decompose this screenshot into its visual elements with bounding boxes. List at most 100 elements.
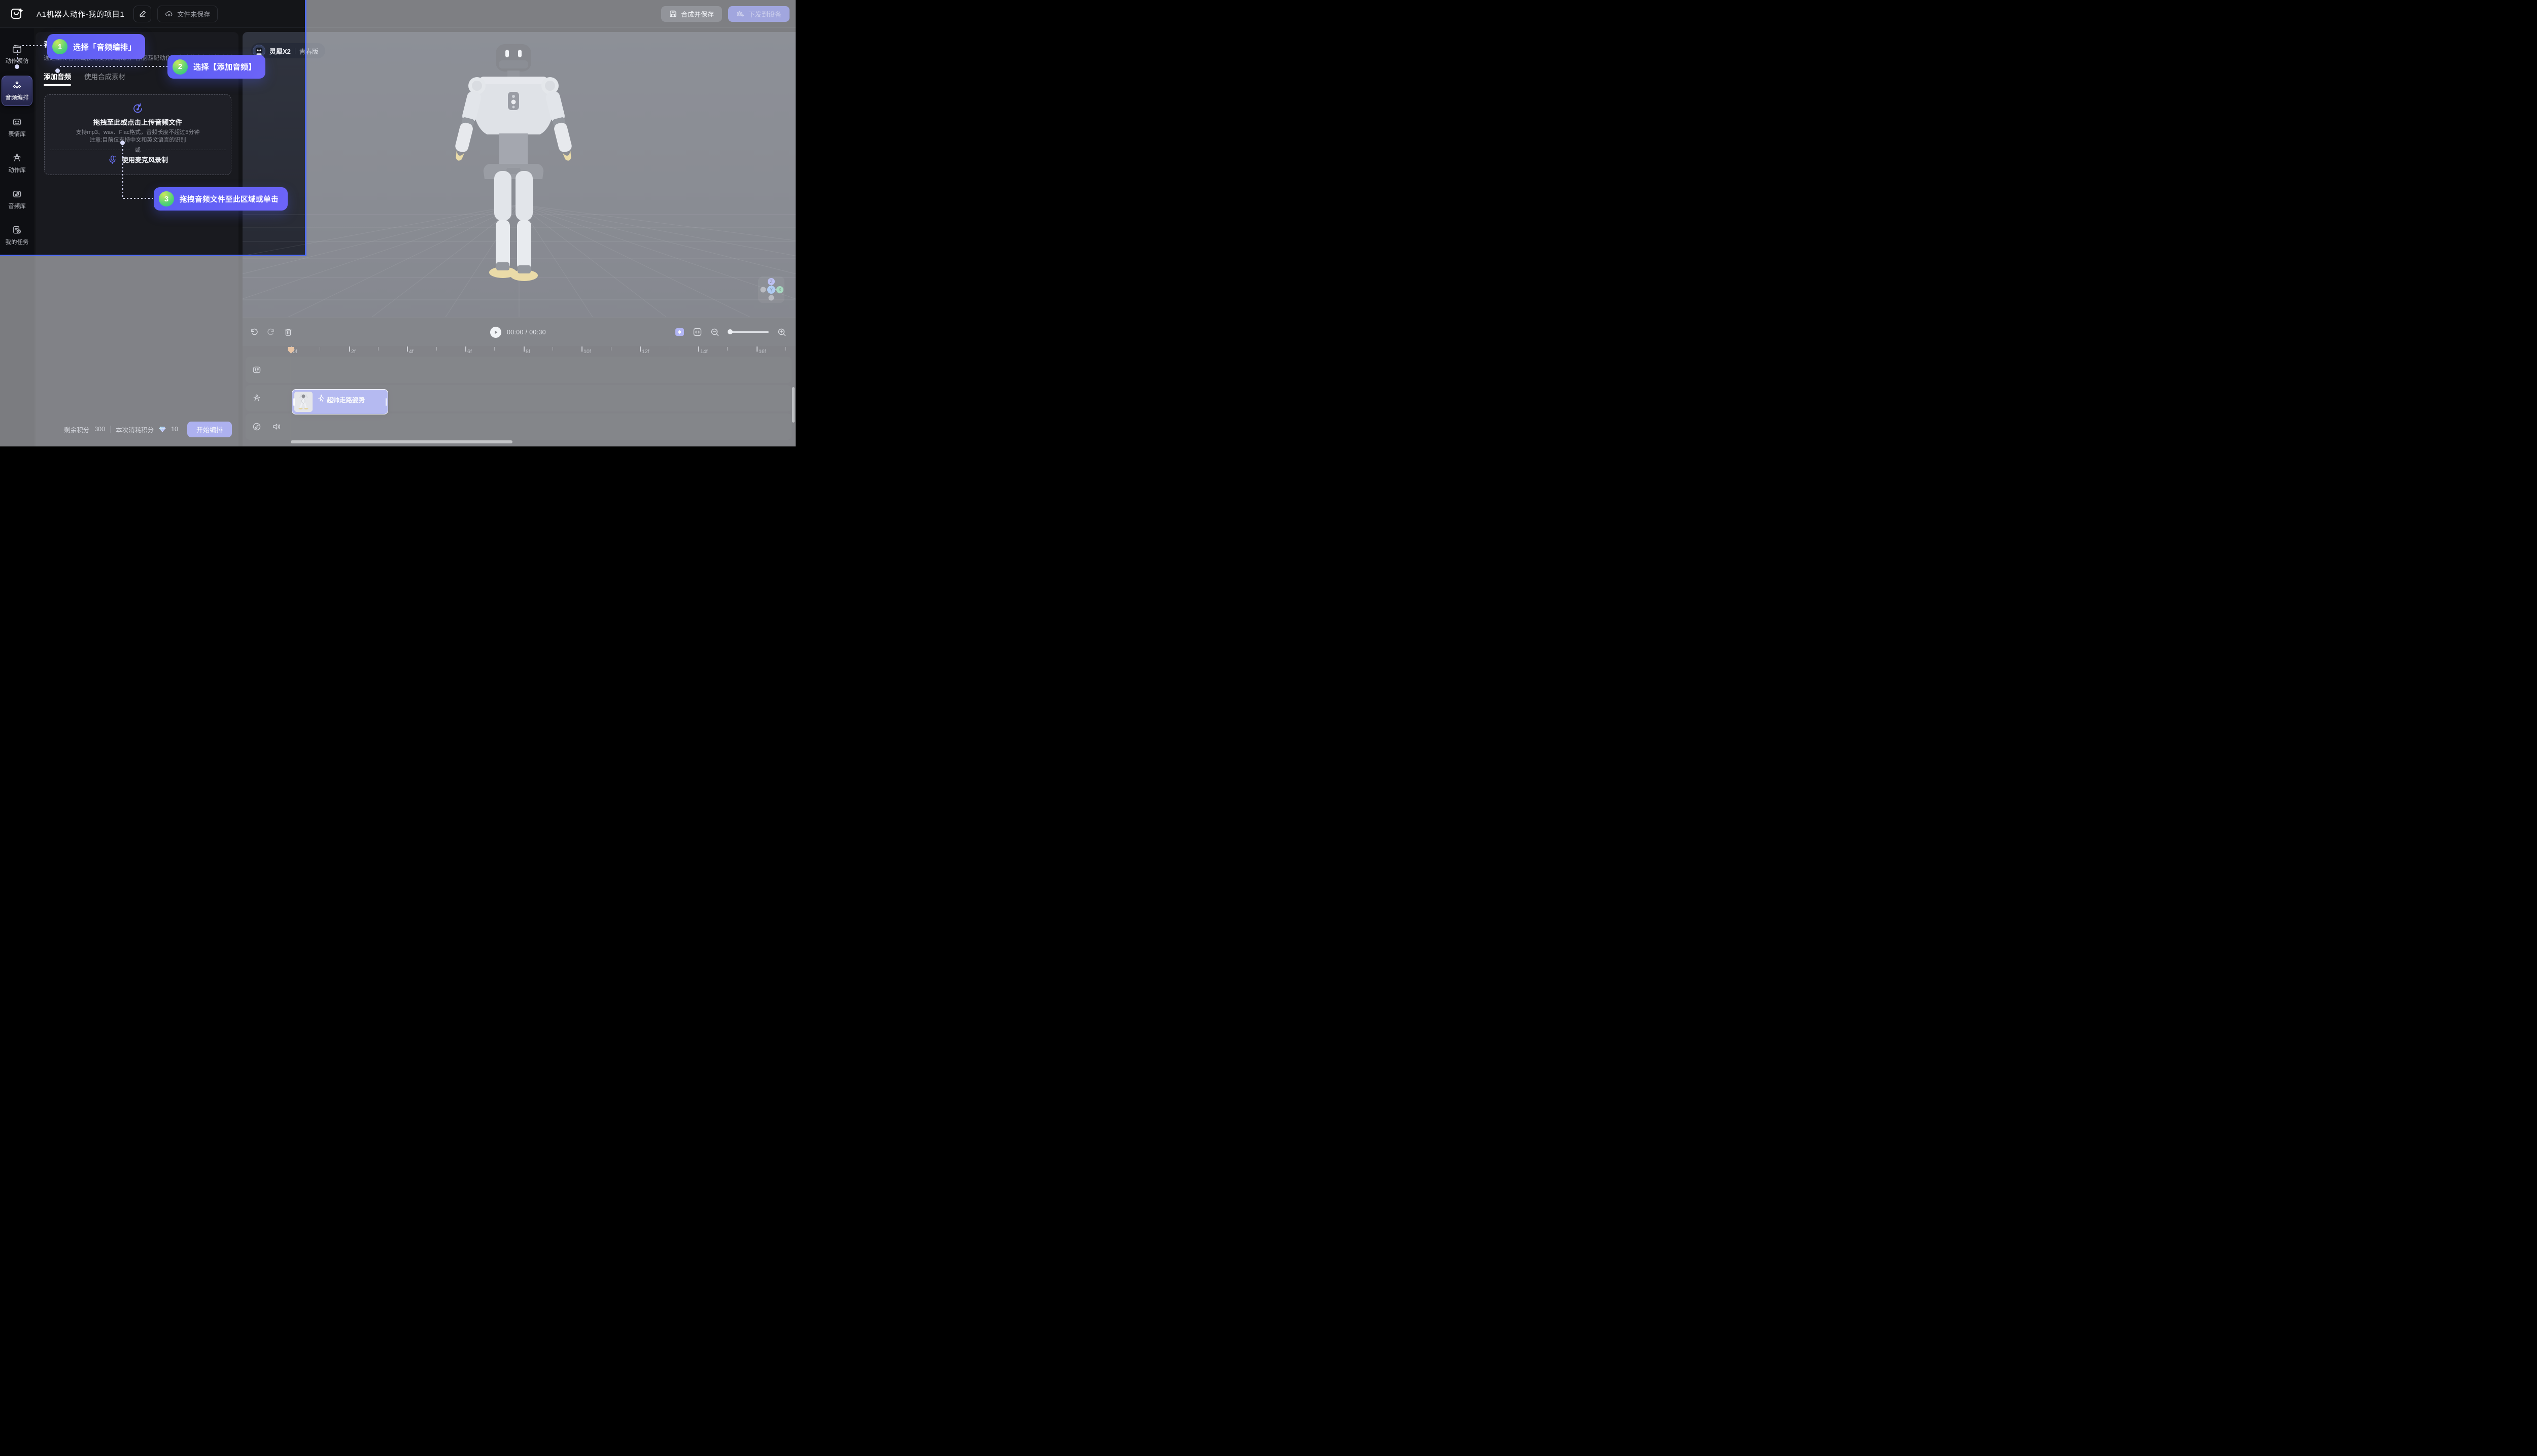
axis-x-label: X [778, 287, 781, 292]
my-tasks-icon [12, 225, 22, 235]
points-gem-icon [159, 426, 166, 433]
sidebar-item-audio-library[interactable]: 音频库 [2, 185, 32, 214]
tutorial-step-2: 2 选择【添加音频】 [167, 55, 265, 79]
upload-music-icon [132, 102, 144, 114]
audio-track[interactable] [246, 413, 792, 440]
model-name: 灵犀X2 [269, 46, 291, 56]
expression-track-icon [252, 365, 261, 374]
clip-name: 超帅走路姿势 [327, 395, 365, 404]
zoom-in-button[interactable] [777, 328, 786, 337]
save-icon [669, 10, 677, 18]
connector-dot-3 [120, 141, 125, 145]
synthesize-save-label: 合成并保存 [681, 9, 714, 19]
ruler-label: 4f [409, 349, 414, 355]
rename-project-button[interactable] [133, 6, 151, 22]
audio-track-icon [252, 422, 261, 431]
keyframe-panel-button[interactable] [675, 328, 684, 336]
project-title: A1机器人动作-我的项目1 [37, 9, 124, 19]
axis-z-label: Z [770, 279, 773, 284]
undo-button[interactable] [250, 328, 258, 336]
start-arrange-button[interactable]: 开始编排 [187, 422, 232, 437]
viewport-3d[interactable]: 灵犀X2 青春版 Z X Y [243, 32, 796, 317]
ruler-label: 6f [467, 349, 472, 355]
audio-library-icon [12, 189, 22, 199]
tab-add-audio[interactable]: 添加音频 [44, 71, 71, 86]
face-library-icon [12, 117, 22, 127]
timeline-clip[interactable]: 超帅走路姿势 [292, 389, 388, 414]
remaining-points-label: 剩余积分 [64, 425, 89, 434]
panel-tabs: 添加音频 使用合成素材 [44, 71, 125, 86]
cost-points-value: 10 [171, 426, 178, 433]
synthesize-save-button[interactable]: 合成并保存 [661, 6, 722, 22]
ruler-label: 14f [700, 349, 708, 355]
connector-step3 [123, 198, 154, 199]
timeline-tracks: 超帅走路姿势 [243, 356, 796, 446]
ruler-label: 10f [584, 349, 591, 355]
play-button[interactable] [490, 327, 501, 338]
tutorial-step-3: 3 拖拽音频文件至此区域或单击 [154, 187, 288, 211]
file-save-status[interactable]: 文件未保存 [157, 6, 218, 22]
tutorial-step-1: 1 选择「音频编排」 [47, 34, 145, 59]
axis-gizmo[interactable]: Z X Y [758, 276, 784, 303]
action-library-icon [12, 153, 22, 163]
connector-dot-1 [15, 64, 19, 69]
time-display: 00:00 / 00:30 [507, 329, 546, 336]
ruler-label: 2f [351, 349, 356, 355]
cloud-unsaved-icon [165, 10, 173, 18]
timeline-ruler[interactable]: 0f 2f 4f 6f 8f 10f 12f 14f 16f [243, 346, 796, 356]
ruler-label: 8f [526, 349, 530, 355]
record-with-mic-button[interactable]: 使用麦克风录制 [45, 155, 231, 164]
or-divider: 或 [50, 146, 226, 154]
audio-arrange-panel: 音频编排 通过上传音频或使用麦克风录制，智能匹配动作和表情的音频编排素材 添加音… [36, 32, 238, 446]
audio-arrange-icon [12, 80, 22, 91]
pencil-icon [139, 10, 146, 17]
upload-main-text: 拖拽至此或点击上传音频文件 [45, 117, 231, 127]
upload-language-note: 注意:目前仅支持中文和英文语言的识别 [45, 135, 231, 144]
cost-points-label: 本次消耗积分 [116, 425, 154, 434]
volume-icon[interactable] [272, 422, 281, 431]
zoom-out-button[interactable] [710, 328, 719, 337]
workspace: 灵犀X2 青春版 Z X Y [243, 32, 796, 446]
robot-deploy-icon [736, 10, 744, 18]
clip-trim-handle-right[interactable] [386, 398, 387, 406]
top-bar: A1机器人动作-我的项目1 文件未保存 合成并保存 [0, 0, 796, 28]
deploy-label: 下发到设备 [748, 9, 781, 19]
clip-trim-handle-left[interactable] [293, 398, 295, 406]
playhead-line [291, 346, 292, 446]
connector-step3-down [122, 146, 123, 198]
sidebar-item-action-library[interactable]: 动作库 [2, 149, 32, 178]
mic-record-label: 使用麦克风录制 [122, 155, 168, 164]
audio-upload-dropzone[interactable]: 拖拽至此或点击上传音频文件 支持mp3、wav、Flac格式，音频长度不超过5分… [44, 94, 231, 175]
slider-knob[interactable] [728, 329, 733, 334]
sidebar-item-audio-arrange[interactable]: 音频编排 [2, 76, 32, 106]
redo-button[interactable] [267, 328, 276, 336]
model-edition: 青春版 [299, 46, 319, 56]
microphone-icon [108, 155, 117, 164]
connector-step2 [60, 66, 167, 67]
axis-neg-x-handle [761, 287, 766, 293]
sidebar-item-expression-library[interactable]: 表情库 [2, 113, 32, 142]
timeline-zoom-slider[interactable] [728, 331, 769, 333]
robot-model[interactable] [448, 43, 579, 287]
sidebar-item-my-tasks[interactable]: 我的任务 [2, 221, 32, 250]
step-number-badge: 1 [52, 39, 67, 54]
delete-button[interactable] [284, 328, 292, 336]
timeline-horizontal-scrollbar[interactable] [291, 440, 512, 443]
timeline-vertical-scrollbar[interactable] [792, 387, 795, 423]
expression-track[interactable] [246, 357, 792, 383]
step-text: 拖拽音频文件至此区域或单击 [180, 194, 279, 204]
left-sidebar: 动作模仿 音频编排 表情库 动作库 [0, 28, 34, 446]
sidebar-item-label: 我的任务 [6, 238, 29, 246]
step-number-badge: 3 [159, 191, 174, 206]
clip-thumbnail [294, 392, 313, 412]
axis-y-label: Y [770, 288, 773, 293]
app-window: A1机器人动作-我的项目1 文件未保存 合成并保存 [0, 0, 796, 446]
fit-width-button[interactable] [693, 328, 702, 336]
connector-dot-2 [55, 68, 60, 73]
tab-use-synth-material[interactable]: 使用合成素材 [84, 71, 125, 86]
remaining-points-value: 300 [94, 426, 105, 433]
playback-bar: 00:00 / 00:30 [243, 317, 796, 346]
sidebar-item-label: 音频编排 [6, 93, 29, 101]
deploy-to-device-button[interactable]: 下发到设备 [728, 6, 790, 22]
connector-step1-down [17, 50, 18, 64]
